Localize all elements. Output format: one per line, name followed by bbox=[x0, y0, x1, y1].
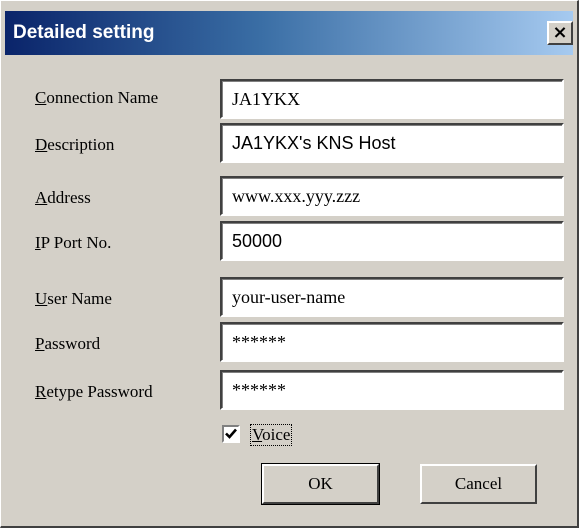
password-input[interactable]: ****** bbox=[220, 322, 564, 362]
description-input[interactable]: JA1YKX's KNS Host bbox=[220, 123, 564, 163]
ip-port-input[interactable]: 50000 bbox=[220, 221, 564, 261]
retype-password-input[interactable]: ****** bbox=[220, 370, 564, 410]
label-password: Password bbox=[35, 334, 101, 353]
label-retype-password: Retype Password bbox=[35, 382, 153, 401]
ok-button[interactable]: OK bbox=[261, 463, 380, 505]
label-description: Description bbox=[35, 135, 115, 154]
window-title: Detailed setting bbox=[13, 22, 155, 43]
user-name-input[interactable]: your-user-name bbox=[220, 277, 564, 317]
label-ip-port: IP Port No. bbox=[35, 233, 112, 252]
close-button[interactable]: × bbox=[547, 21, 573, 45]
connection-name-input[interactable]: JA1YKX bbox=[220, 79, 564, 119]
label-connection-name: Connection Name bbox=[35, 88, 159, 107]
label-address: Address bbox=[35, 188, 91, 207]
label-user-name: User Name bbox=[35, 289, 112, 308]
voice-checkbox[interactable] bbox=[222, 425, 240, 443]
voice-checkbox-label[interactable]: Voice bbox=[249, 424, 293, 446]
detailed-setting-dialog: Detailed setting × Connection Name JA1YK… bbox=[0, 0, 579, 528]
checkmark-icon bbox=[225, 428, 237, 439]
close-icon: × bbox=[552, 22, 568, 43]
address-input[interactable]: www.xxx.yyy.zzz bbox=[220, 176, 564, 216]
cancel-button[interactable]: Cancel bbox=[420, 464, 537, 504]
title-bar[interactable]: Detailed setting × bbox=[5, 11, 573, 55]
